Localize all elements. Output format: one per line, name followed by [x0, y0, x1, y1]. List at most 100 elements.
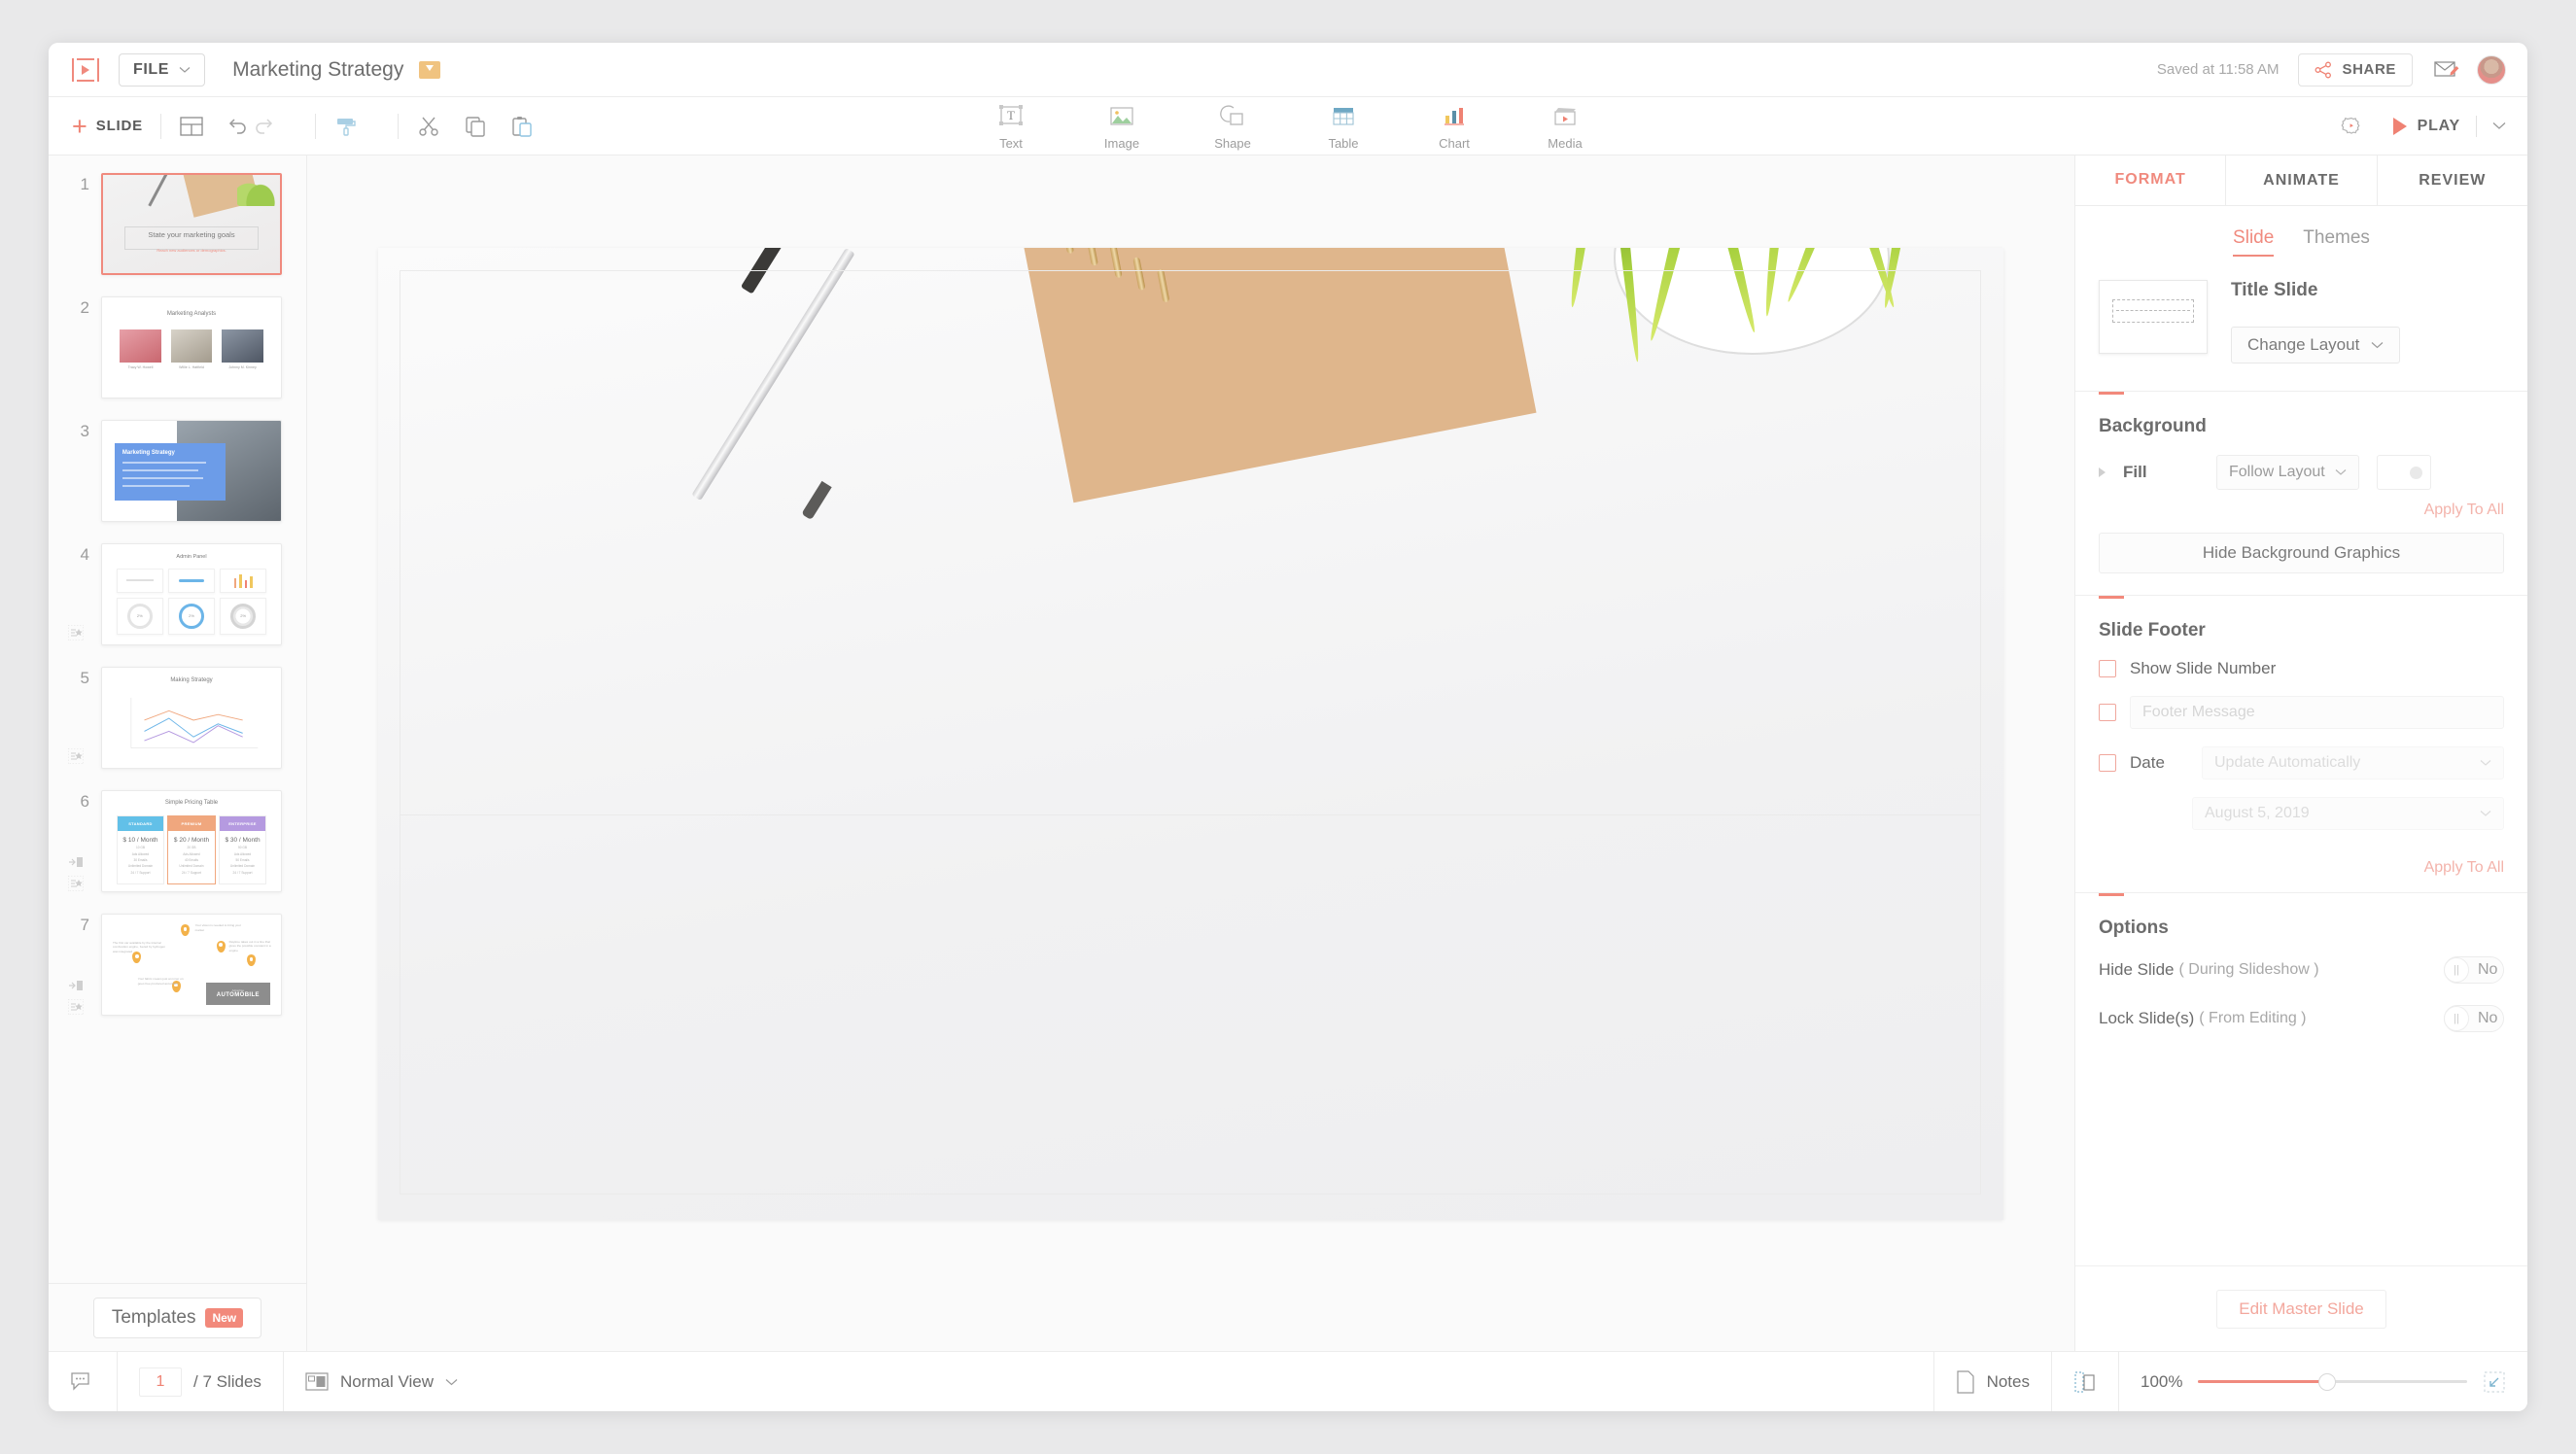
clapperboard-icon — [1554, 108, 1576, 125]
notes-cell[interactable]: Notes — [1934, 1352, 2052, 1411]
insert-chart-button[interactable]: Chart — [1418, 102, 1490, 151]
add-slide-button[interactable]: + SLIDE — [72, 113, 143, 139]
slide-thumbnail-item[interactable]: 1 State your marketing goals Reach new a… — [49, 173, 306, 275]
date-value-select[interactable]: August 5, 2019 — [2192, 797, 2504, 830]
file-menu-button[interactable]: FILE — [119, 52, 206, 87]
slide-thumbnail-5[interactable]: Making Strategy — [101, 667, 282, 769]
user-avatar[interactable] — [2477, 54, 2506, 85]
slides-list[interactable]: 1 State your marketing goals Reach new a… — [49, 156, 306, 1283]
bar-chart-icon — [1445, 108, 1464, 125]
scissors-icon[interactable] — [416, 114, 441, 139]
insert-table-label: Table — [1328, 136, 1359, 151]
subtab-slide[interactable]: Slide — [2233, 227, 2275, 257]
zoom-slider[interactable] — [2198, 1372, 2467, 1391]
options-title: Options — [2099, 917, 2169, 938]
document-title[interactable]: Marketing Strategy — [232, 58, 403, 82]
templates-button[interactable]: Templates New — [92, 1297, 262, 1338]
insert-text-button[interactable]: T Text — [975, 102, 1047, 151]
slide-counter-cell: / 7 Slides — [118, 1352, 284, 1411]
title-placeholder-outline[interactable] — [399, 270, 1981, 1194]
date-value: August 5, 2019 — [2205, 805, 2310, 821]
tier-name: ENTERPRISE — [219, 815, 266, 831]
zoom-level: 100% — [2141, 1371, 2183, 1391]
slide-transition-icon[interactable] — [67, 624, 85, 641]
play-button[interactable]: PLAY — [2392, 117, 2460, 135]
footer-message-input[interactable] — [2130, 696, 2504, 729]
image-icon — [1110, 107, 1133, 125]
slide-transition-icon[interactable] — [67, 875, 85, 892]
edit-master-slide-button[interactable]: Edit Master Slide — [2216, 1289, 2386, 1329]
slide-thumbnail-1[interactable]: State your marketing goals Reach new aud… — [101, 173, 282, 275]
comment-cell[interactable] — [49, 1352, 118, 1411]
redo-icon[interactable] — [251, 114, 276, 139]
slide-thumbnail-item[interactable]: 5 Making Strategy — [49, 667, 306, 769]
slide-thumbnail-item[interactable]: 7 Your vision is needed to bring your ma… — [49, 914, 306, 1016]
slide-thumbnail-2[interactable]: Marketing Analysts Tracy W. Howell Willi… — [101, 296, 282, 398]
show-slide-number-checkbox[interactable] — [2099, 660, 2116, 677]
slide-4-title: Admin Panel — [176, 554, 207, 561]
slide-thumbnail-3[interactable]: Marketing Strategy — [101, 420, 282, 522]
date-mode-select[interactable]: Update Automatically — [2202, 746, 2504, 779]
fill-type-select[interactable]: Follow Layout — [2216, 455, 2359, 490]
panel-tabs: FORMAT ANIMATE REVIEW — [2075, 156, 2527, 206]
fill-color-swatch[interactable] — [2376, 455, 2431, 490]
current-slide-canvas[interactable] — [378, 248, 2003, 1220]
annotate-icon[interactable] — [2434, 60, 2459, 80]
paste-icon[interactable] — [509, 114, 535, 139]
format-painter-icon[interactable] — [333, 114, 359, 139]
slide-transition-icon[interactable] — [67, 998, 85, 1016]
slide-thumbnail-6[interactable]: Simple Pricing Table STANDARD $ 10 / Mon… — [101, 790, 282, 892]
view-mode-cell[interactable]: Normal View — [284, 1352, 1934, 1411]
slide-thumbnail-item[interactable]: 4 Admin Panel 2% 2% 2% — [49, 543, 306, 645]
slide-3-title: Marketing Strategy — [122, 449, 175, 456]
slide-animation-icon[interactable] — [68, 854, 84, 870]
play-dropdown-icon[interactable] — [2492, 119, 2506, 133]
slide-thumbnail-item[interactable]: 2 Marketing Analysts Tracy W. Howell Wil… — [49, 296, 306, 398]
copy-icon[interactable] — [463, 114, 488, 139]
triangle-right-icon[interactable] — [2099, 467, 2106, 477]
hide-slide-toggle[interactable]: || No — [2444, 956, 2504, 984]
insert-shape-label: Shape — [1214, 136, 1251, 151]
svg-text:T: T — [1007, 108, 1015, 122]
slide-thumbnail-item[interactable]: 3 Marketing Strategy — [49, 420, 306, 522]
gear-icon[interactable] — [2339, 114, 2364, 139]
undo-icon[interactable] — [226, 114, 251, 139]
share-button[interactable]: SHARE — [2298, 52, 2413, 87]
current-slide-input[interactable] — [139, 1367, 182, 1397]
slide-transition-icon[interactable] — [67, 747, 85, 765]
slide-layout-icon[interactable] — [179, 114, 204, 139]
lock-slide-toggle[interactable]: || No — [2444, 1005, 2504, 1032]
subtab-themes[interactable]: Themes — [2303, 227, 2370, 257]
hide-background-graphics-button[interactable]: Hide Background Graphics — [2099, 533, 2504, 573]
insert-image-button[interactable]: Image — [1086, 102, 1158, 151]
slide-number: 5 — [80, 669, 89, 687]
fit-to-screen-icon[interactable] — [2483, 1370, 2506, 1394]
folder-move-icon[interactable] — [419, 60, 441, 79]
change-layout-button[interactable]: Change Layout — [2231, 327, 2401, 364]
tab-animate[interactable]: ANIMATE — [2225, 156, 2376, 205]
insert-table-button[interactable]: Table — [1307, 102, 1379, 151]
date-checkbox[interactable] — [2099, 754, 2116, 772]
zoom-slider-handle[interactable] — [2318, 1372, 2337, 1391]
insert-shape-button[interactable]: Shape — [1197, 102, 1269, 151]
slide-canvas-area[interactable] — [307, 156, 2074, 1351]
slide-1-title: State your marketing goals — [148, 229, 235, 239]
tier-price: $ 20 / Month — [173, 836, 210, 844]
insert-media-button[interactable]: Media — [1529, 102, 1601, 151]
slide-animation-icon[interactable] — [68, 978, 84, 993]
slide-count-label: / 7 Slides — [193, 1371, 261, 1391]
background-apply-to-all[interactable]: Apply To All — [2099, 490, 2504, 519]
slide-thumbnail-item[interactable]: 6 Simple Pricing Table STANDARD $ 10 / M… — [49, 790, 306, 892]
tier-price: $ 30 / Month — [225, 836, 261, 844]
zoho-show-logo[interactable] — [72, 57, 99, 82]
toggle-panel-cell[interactable] — [2052, 1352, 2119, 1411]
footer-message-checkbox[interactable] — [2099, 704, 2116, 721]
slide-thumbnail-4[interactable]: Admin Panel 2% 2% 2% — [101, 543, 282, 645]
slide-thumbnail-7[interactable]: Your vision is needed to bring your mark… — [101, 914, 282, 1016]
layout-preview-thumbnail[interactable] — [2099, 280, 2208, 354]
tab-review[interactable]: REVIEW — [2376, 156, 2527, 205]
new-badge: New — [205, 1307, 244, 1328]
footer-apply-to-all[interactable]: Apply To All — [2099, 848, 2504, 892]
subtitle-placeholder-outline[interactable] — [399, 814, 1981, 815]
tab-format[interactable]: FORMAT — [2075, 156, 2226, 205]
